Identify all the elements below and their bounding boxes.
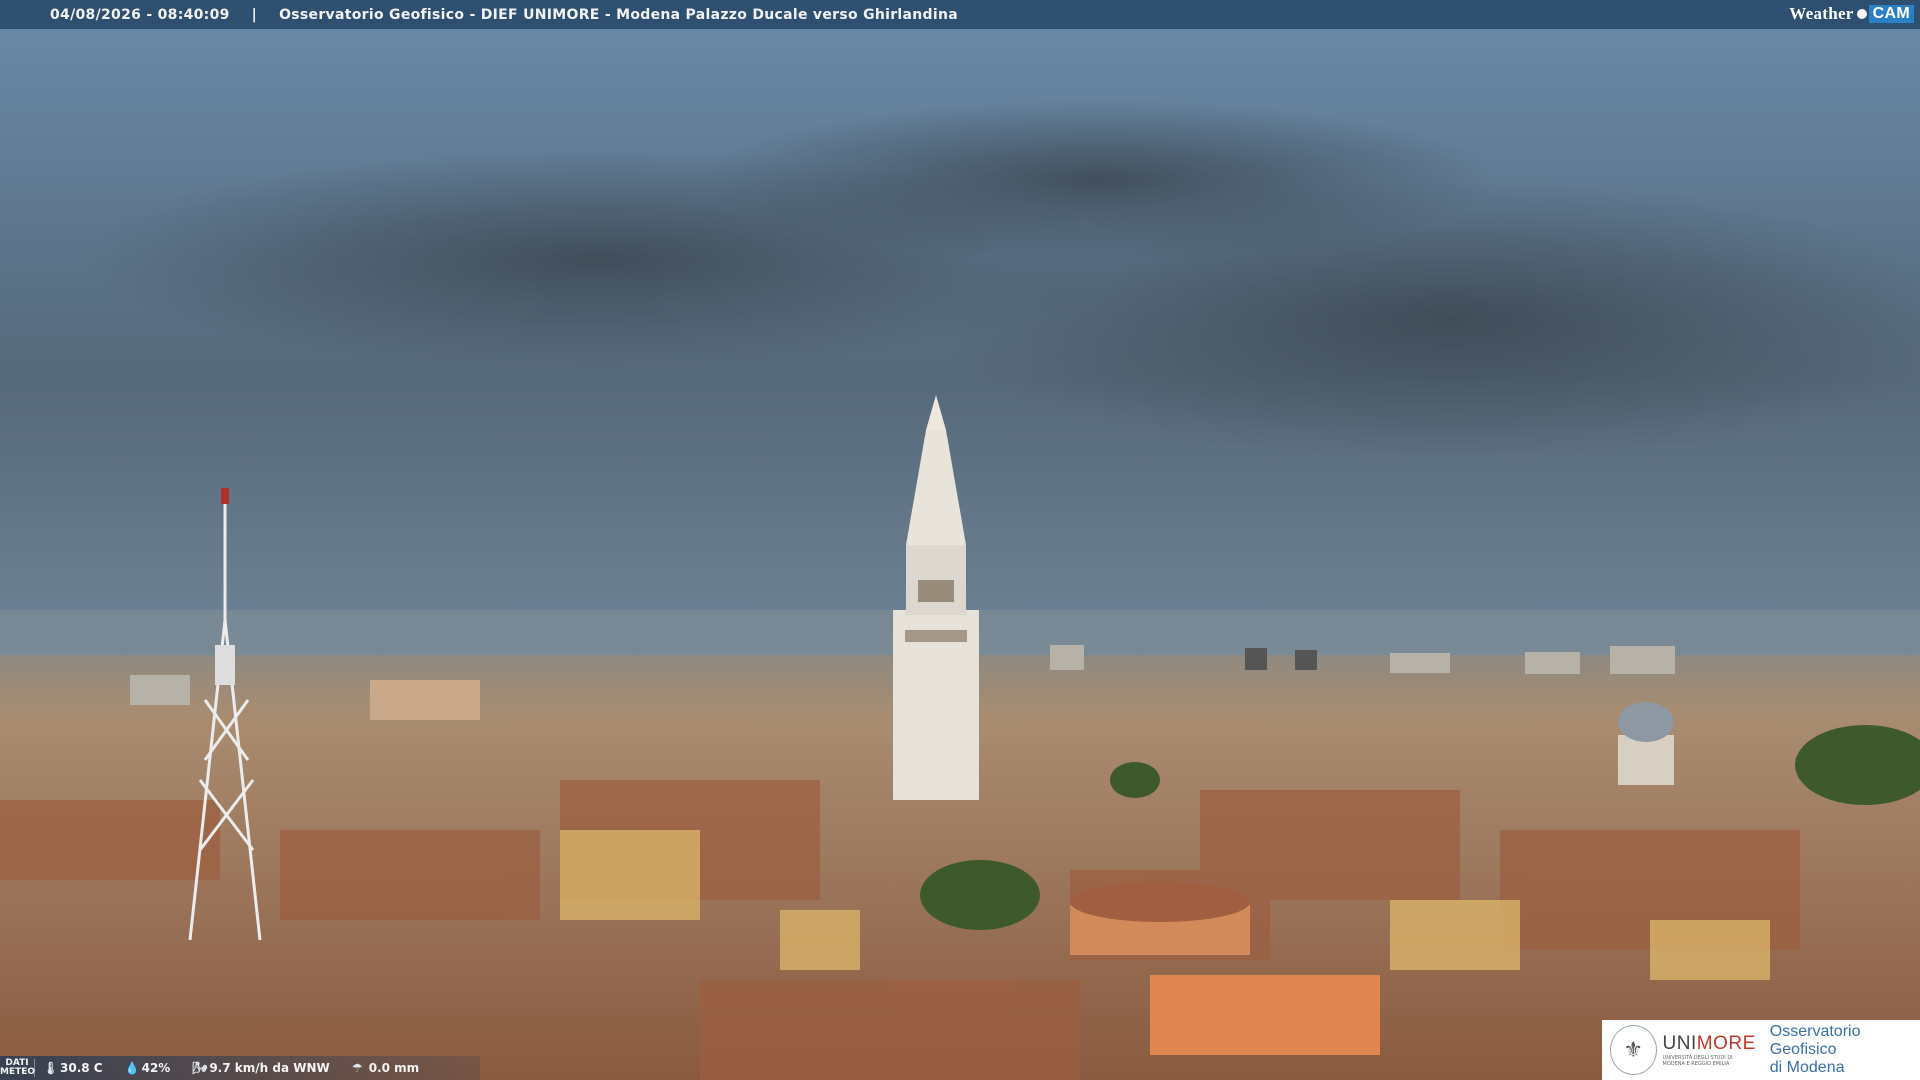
wind-value: 9.7 km/h da WNW: [209, 1061, 330, 1075]
timestamp: 04/08/2026 - 08:40:09: [50, 6, 230, 23]
wind-icon: 🌬: [192, 1061, 208, 1075]
logo-dot-icon: [1856, 9, 1867, 19]
humidity-value: 42%: [141, 1061, 171, 1075]
camera-title: Osservatorio Geofisico - DIEF UNIMORE - …: [279, 6, 958, 23]
weather-data-bar: DATI METEO 🌡 30.8 C 💧 42% 🌬 9.7 km/h da …: [0, 1056, 480, 1080]
logo-cam: CAM: [1868, 5, 1914, 23]
observatory-name: Osservatorio Geofisico di Modena: [1769, 1023, 1861, 1076]
unimore-branding[interactable]: ⚜ UNIMORE UNIVERSITÀ DEGLI STUDI DI MODE…: [1602, 1020, 1920, 1080]
dome: [1618, 702, 1674, 785]
university-seal-icon: ⚜: [1610, 1025, 1657, 1075]
logo-text: Weather: [1789, 4, 1854, 23]
header-bar: 04/08/2026 - 08:40:09 | Osservatorio Geo…: [0, 0, 1920, 29]
humidity-reading: 💧 42%: [125, 1061, 171, 1075]
storm-cloud: [700, 100, 1500, 260]
temperature-reading: 🌡 30.8 C: [43, 1061, 103, 1075]
temperature-value: 30.8 C: [60, 1061, 103, 1075]
webcam-image: [0, 0, 1920, 1080]
wind-reading: 🌬 9.7 km/h da WNW: [192, 1061, 329, 1075]
header-separator: |: [251, 6, 258, 23]
rain-icon: ☂: [351, 1061, 363, 1075]
rain-value: 0.0 mm: [368, 1061, 420, 1075]
rain-reading: ☂ 0.0 mm: [352, 1061, 419, 1075]
unimore-subtitle: UNIVERSITÀ DEGLI STUDI DI MODENA E REGGI…: [1662, 1055, 1733, 1067]
thermometer-icon: 🌡: [43, 1061, 59, 1075]
unimore-logo: UNIMORE UNIVERSITÀ DEGLI STUDI DI MODENA…: [1663, 1033, 1756, 1067]
humidity-drop-icon: 💧: [124, 1061, 140, 1075]
unimore-name: UNIMORE: [1662, 1033, 1756, 1054]
dati-meteo-label: DATI METEO: [0, 1058, 36, 1077]
weathercam-logo[interactable]: Weather CAM: [1789, 3, 1914, 25]
